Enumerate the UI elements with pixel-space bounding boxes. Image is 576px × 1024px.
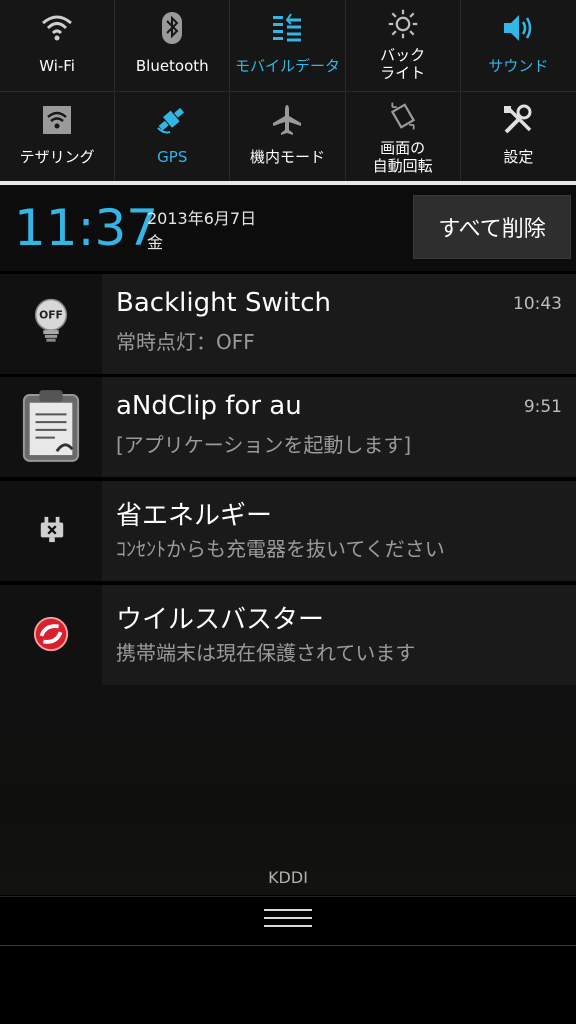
qs-label-tethering: テザリング xyxy=(19,148,95,166)
notification-icon-box: OFF xyxy=(0,274,102,374)
qs-tile-settings[interactable]: 設定 xyxy=(461,92,576,183)
notification-virusbuster[interactable]: ウイルスバスター 携帯端末は現在保護されています xyxy=(0,585,576,685)
qs-label-sound: サウンド xyxy=(488,57,549,75)
qs-label-backlight: バック ライト xyxy=(346,46,460,82)
notification-text: ｺﾝｾﾝﾄからも充電器を抜いてください xyxy=(116,537,445,561)
notification-title: ウイルスバスター xyxy=(116,605,325,635)
auto-rotate-icon xyxy=(390,102,415,130)
notification-title: Backlight Switch xyxy=(116,288,331,318)
clear-all-button[interactable]: すべて削除 xyxy=(413,195,571,259)
quick-settings-panel: Wi-Fi Bluetooth モバイルデータ バック ライト サウンド テザリ… xyxy=(0,0,576,183)
qs-label-auto-rotate-line1: 画面の xyxy=(380,139,426,157)
qs-label-wifi: Wi-Fi xyxy=(39,57,75,75)
clock: 11:37 xyxy=(14,199,159,257)
qs-label-backlight-line2: ライト xyxy=(380,64,426,82)
bluetooth-icon xyxy=(162,12,183,44)
notification-title: aNdClip for au xyxy=(116,391,302,421)
qs-tile-tethering[interactable]: テザリング xyxy=(0,92,116,183)
drag-handle-bar[interactable] xyxy=(0,896,576,946)
qs-label-bluetooth: Bluetooth xyxy=(135,57,209,75)
notification-backlight-switch[interactable]: OFF Backlight Switch 常時点灯：OFF 10:43 xyxy=(0,274,576,374)
qs-tile-airplane[interactable]: 機内モード xyxy=(230,92,346,183)
notification-text: 常時点灯：OFF xyxy=(116,330,255,354)
qs-tile-sound[interactable]: サウンド xyxy=(461,0,576,91)
qs-tile-bluetooth[interactable]: Bluetooth xyxy=(115,0,231,91)
clipboard-icon xyxy=(22,390,80,462)
notification-title: 省エネルギー xyxy=(116,501,273,531)
virusbuster-icon xyxy=(33,616,69,652)
brightness-icon xyxy=(388,9,417,39)
tethering-icon xyxy=(43,106,72,134)
qs-label-auto-rotate: 画面の 自動回転 xyxy=(346,139,460,175)
notification-time: 10:43 xyxy=(513,294,562,314)
mobile-data-icon xyxy=(273,13,302,42)
qs-tile-wifi[interactable]: Wi-Fi xyxy=(0,0,116,91)
notification-icon-box xyxy=(0,585,102,685)
empty-backdrop xyxy=(0,685,576,895)
notification-energy-saving[interactable]: 省エネルギー ｺﾝｾﾝﾄからも充電器を抜いてください xyxy=(0,481,576,581)
qs-label-settings: 設定 xyxy=(503,148,534,166)
notification-icon-box xyxy=(0,377,102,477)
date: 2013年6月7日 xyxy=(147,209,257,228)
qs-tile-backlight[interactable]: バック ライト xyxy=(346,0,461,91)
qs-label-airplane: 機内モード xyxy=(249,148,325,166)
backlight-off-icon: OFF xyxy=(34,298,68,342)
weekday: 金 xyxy=(147,233,164,252)
notification-andclip[interactable]: aNdClip for au [アプリケーションを起動します] 9:51 xyxy=(0,377,576,477)
notification-time: 9:51 xyxy=(523,397,562,417)
drag-handle-icon[interactable] xyxy=(264,909,312,933)
svg-text:OFF: OFF xyxy=(39,309,63,322)
notification-text: 携帯端末は現在保護されています xyxy=(116,641,416,665)
qs-label-backlight-line1: バック xyxy=(380,46,426,64)
qs-tile-mobile-data[interactable]: モバイルデータ xyxy=(230,0,346,91)
settings-icon xyxy=(504,104,532,134)
gps-icon xyxy=(157,107,185,134)
sound-icon xyxy=(504,15,532,41)
qs-tile-gps[interactable]: GPS xyxy=(115,92,231,183)
wifi-icon xyxy=(42,15,73,41)
bottom-area xyxy=(0,946,576,1024)
qs-label-auto-rotate-line2: 自動回転 xyxy=(372,157,433,175)
qs-label-gps: GPS xyxy=(157,148,188,166)
quick-settings-row-2: テザリング GPS 機内モード 画面の 自動回転 設定 xyxy=(0,91,576,183)
notification-icon-box xyxy=(0,481,102,581)
notification-text: [アプリケーションを起動します] xyxy=(116,433,412,457)
notification-header: 11:37 2013年6月7日 金 すべて削除 xyxy=(0,185,576,271)
airplane-icon xyxy=(273,105,302,135)
qs-label-mobile-data: モバイルデータ xyxy=(234,57,340,75)
quick-settings-row-1: Wi-Fi Bluetooth モバイルデータ バック ライト サウンド xyxy=(0,0,576,91)
plug-icon xyxy=(40,516,64,543)
qs-tile-auto-rotate[interactable]: 画面の 自動回転 xyxy=(346,92,461,183)
carrier-label: KDDI xyxy=(268,868,308,887)
